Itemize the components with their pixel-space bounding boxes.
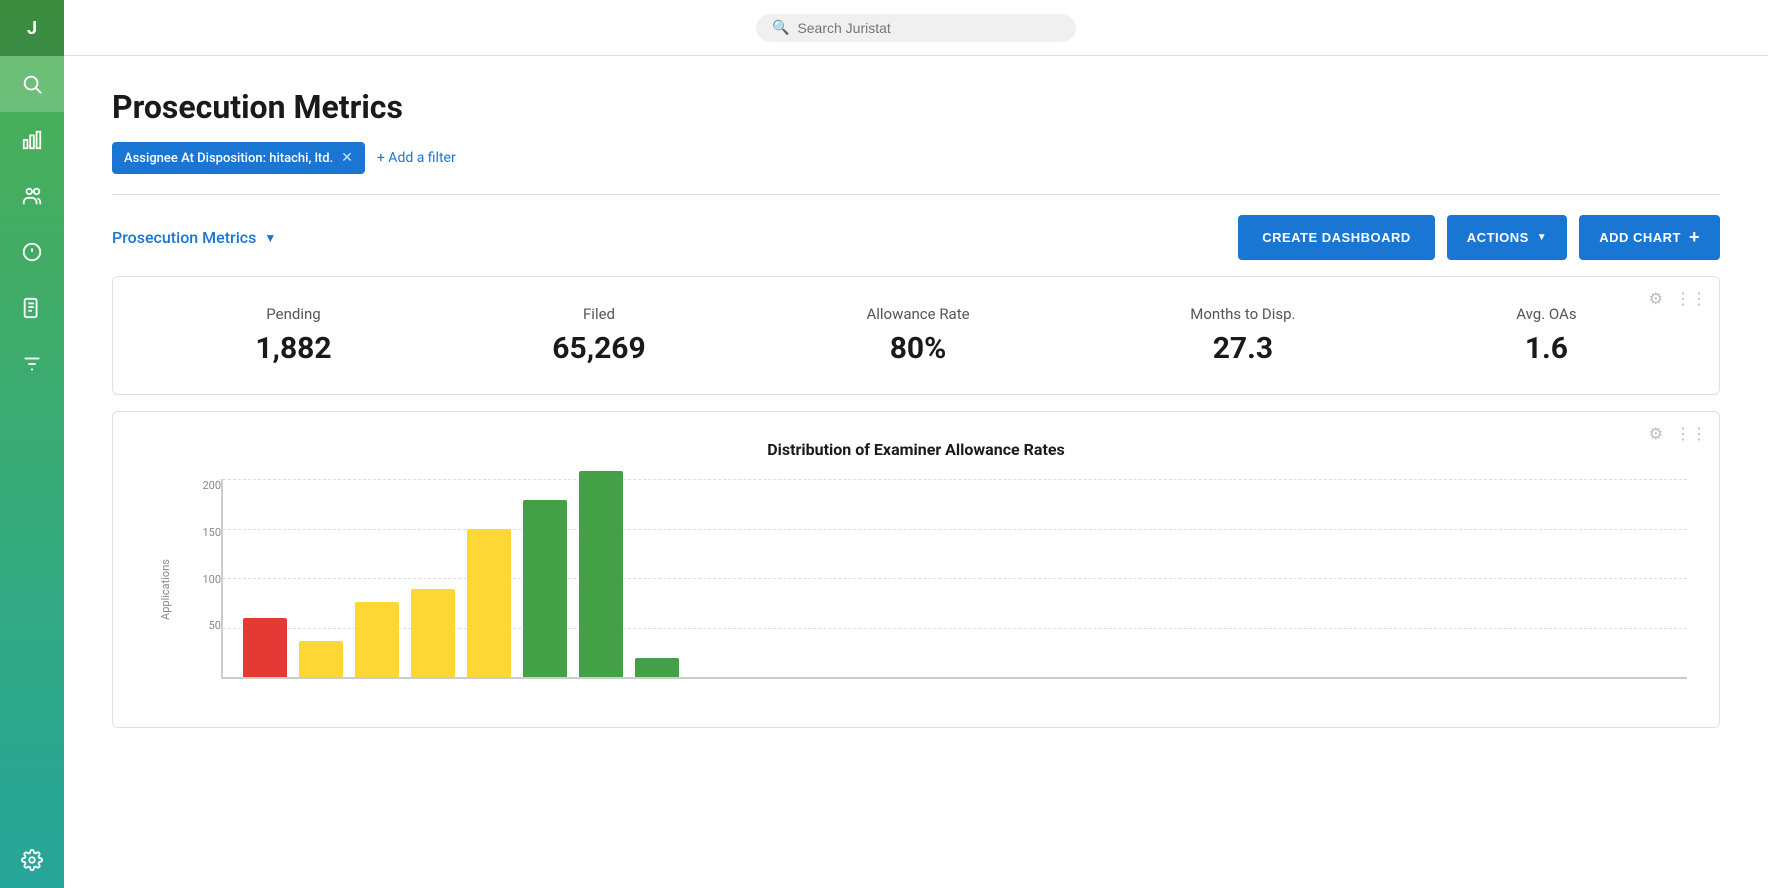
chart-settings-icon[interactable]: ⚙ bbox=[1649, 424, 1663, 443]
topbar: 🔍 bbox=[64, 0, 1768, 56]
chart-bar-1 bbox=[299, 641, 343, 677]
toolbar-buttons: CREATE DASHBOARD ACTIONS ▼ ADD CHART + bbox=[1238, 215, 1720, 260]
search-bar[interactable]: 🔍 bbox=[756, 14, 1076, 42]
sidebar-item-search[interactable] bbox=[0, 56, 64, 112]
sidebar-item-documents[interactable] bbox=[0, 280, 64, 336]
stat-avg-oas-value: 1.6 bbox=[1516, 331, 1576, 366]
filter-remove-icon[interactable]: ✕ bbox=[341, 150, 353, 166]
user-avatar[interactable]: J bbox=[0, 0, 64, 56]
chart-bar-2 bbox=[355, 602, 399, 677]
stats-card: ⚙ ⋮⋮ Pending 1,882 Filed 65,269 Allowanc… bbox=[112, 276, 1720, 395]
search-icon: 🔍 bbox=[772, 20, 789, 36]
tab-label: Prosecution Metrics bbox=[112, 228, 256, 247]
y-tick-100: 100 bbox=[185, 573, 221, 586]
active-filter-tag[interactable]: Assignee At Disposition: hitachi, ltd. ✕ bbox=[112, 142, 365, 174]
stat-avg-oas-label: Avg. OAs bbox=[1516, 305, 1576, 323]
stat-pending-label: Pending bbox=[255, 305, 331, 323]
chart-card-icons: ⚙ ⋮⋮ bbox=[1649, 424, 1707, 443]
stats-row: Pending 1,882 Filed 65,269 Allowance Rat… bbox=[145, 305, 1687, 366]
chart-bar-0 bbox=[243, 618, 287, 677]
divider bbox=[112, 194, 1720, 195]
chart-title: Distribution of Examiner Allowance Rates bbox=[145, 440, 1687, 459]
sidebar-item-people[interactable] bbox=[0, 168, 64, 224]
add-chart-plus-icon: + bbox=[1689, 227, 1700, 248]
y-tick-200: 200 bbox=[185, 479, 221, 492]
toolbar-row: Prosecution Metrics ▼ CREATE DASHBOARD A… bbox=[112, 215, 1720, 260]
chart-drag-icon[interactable]: ⋮⋮ bbox=[1675, 424, 1707, 443]
chart-bar-3 bbox=[411, 589, 455, 677]
main-content: 🔍 Prosecution Metrics Assignee At Dispos… bbox=[64, 0, 1768, 888]
y-tick-150: 150 bbox=[185, 526, 221, 539]
actions-button[interactable]: ACTIONS ▼ bbox=[1447, 215, 1567, 260]
stat-avg-oas: Avg. OAs 1.6 bbox=[1516, 305, 1576, 366]
stat-months-value: 27.3 bbox=[1190, 331, 1295, 366]
stat-filed-label: Filed bbox=[552, 305, 645, 323]
create-dashboard-button[interactable]: CREATE DASHBOARD bbox=[1238, 215, 1435, 260]
chart-bar-4 bbox=[467, 529, 511, 677]
stat-months: Months to Disp. 27.3 bbox=[1190, 305, 1295, 366]
actions-label: ACTIONS bbox=[1467, 230, 1529, 245]
add-filter-button[interactable]: + Add a filter bbox=[377, 150, 456, 166]
sidebar-item-filters[interactable] bbox=[0, 336, 64, 392]
add-chart-label: ADD CHART bbox=[1599, 230, 1681, 245]
stat-allowance-rate: Allowance Rate 80% bbox=[866, 305, 969, 366]
sidebar-item-settings[interactable] bbox=[0, 832, 64, 888]
stat-pending-value: 1,882 bbox=[255, 331, 331, 366]
chart-bar-7 bbox=[635, 658, 679, 677]
sidebar-item-insights[interactable] bbox=[0, 224, 64, 280]
search-input[interactable] bbox=[797, 20, 1060, 36]
chart-bar-5 bbox=[523, 500, 567, 677]
stat-pending: Pending 1,882 bbox=[255, 305, 331, 366]
stat-allowance-rate-label: Allowance Rate bbox=[866, 305, 969, 323]
filters-row: Assignee At Disposition: hitachi, ltd. ✕… bbox=[112, 142, 1720, 174]
y-axis-label: Applications bbox=[159, 559, 172, 620]
chart-bar-6 bbox=[579, 471, 623, 677]
chart-card: ⚙ ⋮⋮ Distribution of Examiner Allowance … bbox=[112, 411, 1720, 728]
filter-tag-label: Assignee At Disposition: hitachi, ltd. bbox=[124, 151, 333, 166]
tab-chevron-icon: ▼ bbox=[264, 231, 276, 245]
content-area: Prosecution Metrics Assignee At Disposit… bbox=[64, 56, 1768, 888]
stat-allowance-rate-value: 80% bbox=[866, 331, 969, 366]
page-title: Prosecution Metrics bbox=[112, 88, 1720, 126]
y-tick-50: 50 bbox=[185, 619, 221, 632]
card-drag-icon[interactable]: ⋮⋮ bbox=[1675, 289, 1707, 308]
add-chart-button[interactable]: ADD CHART + bbox=[1579, 215, 1720, 260]
actions-chevron-icon: ▼ bbox=[1537, 232, 1547, 243]
stat-filed: Filed 65,269 bbox=[552, 305, 645, 366]
card-icons: ⚙ ⋮⋮ bbox=[1649, 289, 1707, 308]
sidebar-item-charts[interactable] bbox=[0, 112, 64, 168]
tab-selector[interactable]: Prosecution Metrics ▼ bbox=[112, 228, 276, 247]
stat-filed-value: 65,269 bbox=[552, 331, 645, 366]
stat-months-label: Months to Disp. bbox=[1190, 305, 1295, 323]
sidebar: J bbox=[0, 0, 64, 888]
card-settings-icon[interactable]: ⚙ bbox=[1649, 289, 1663, 308]
